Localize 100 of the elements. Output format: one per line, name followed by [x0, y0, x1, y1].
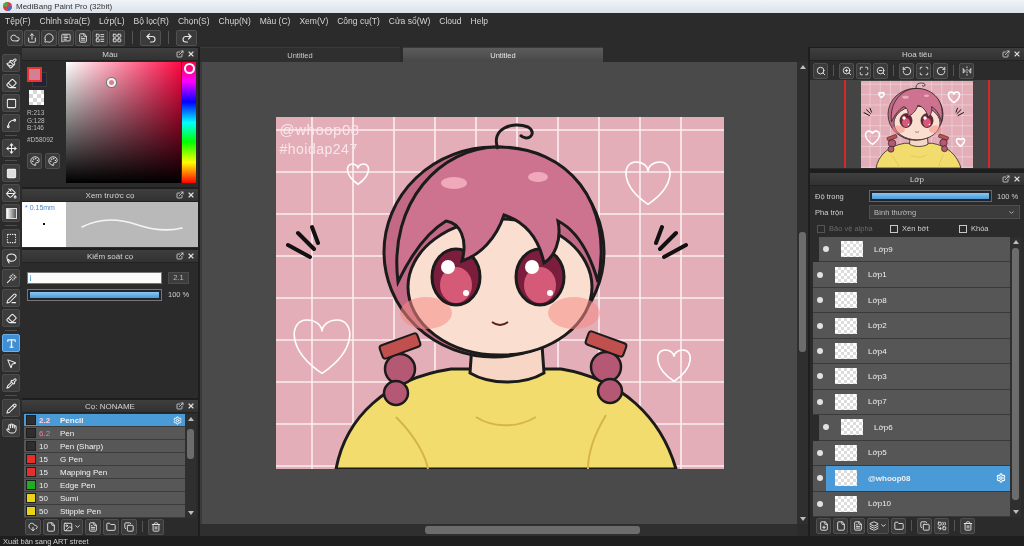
document-button[interactable]	[850, 517, 865, 534]
visibility-dot-icon[interactable]	[817, 297, 823, 304]
operation-tool[interactable]	[2, 354, 20, 372]
pen-tool[interactable]	[2, 399, 20, 417]
close-icon[interactable]	[1013, 50, 1021, 58]
visibility-dot-icon[interactable]	[823, 246, 829, 253]
zoom-out-button[interactable]	[873, 62, 888, 79]
visibility-dot-icon[interactable]	[817, 271, 823, 278]
scroll-up-arrow-icon[interactable]	[799, 65, 806, 69]
menu-item[interactable]: Cửa sổ(W)	[388, 14, 431, 27]
brush-item[interactable]: 15 G Pen	[24, 453, 185, 466]
visibility-dot-icon[interactable]	[817, 322, 823, 329]
copy-button[interactable]	[121, 518, 137, 535]
popout-icon[interactable]	[176, 252, 184, 260]
popout-icon[interactable]	[1002, 50, 1010, 58]
visibility-dot-icon[interactable]	[817, 449, 823, 456]
image-button[interactable]	[61, 518, 83, 535]
brush-item[interactable]: 6.2 Pen	[24, 427, 185, 440]
vertical-scrollbar[interactable]	[797, 62, 808, 524]
layer-row[interactable]: Lớp8	[813, 287, 1010, 314]
visibility-dot-icon[interactable]	[817, 398, 823, 405]
scroll-thumb[interactable]	[1012, 248, 1019, 500]
vertical-scrollbar[interactable]	[1010, 237, 1021, 517]
select-eraser-tool[interactable]	[2, 309, 20, 327]
merge-button[interactable]	[934, 517, 949, 534]
flip-button[interactable]	[959, 62, 974, 79]
hue-slider[interactable]	[182, 62, 196, 183]
zoom-in-button[interactable]	[839, 62, 854, 79]
popout-icon[interactable]	[176, 50, 184, 58]
menu-item[interactable]: Xem(V)	[299, 14, 329, 27]
fill-tool[interactable]	[2, 164, 20, 182]
close-icon[interactable]	[1013, 175, 1021, 183]
bucket-tool[interactable]	[2, 184, 20, 202]
layers-button[interactable]	[867, 517, 889, 534]
visibility-dot-icon[interactable]	[817, 500, 823, 507]
visibility-dot-icon[interactable]	[817, 475, 823, 482]
visibility-dot-icon[interactable]	[817, 373, 823, 380]
palette-button[interactable]	[45, 152, 60, 169]
layer-row[interactable]: Lớp4	[813, 338, 1010, 365]
select-tool[interactable]	[2, 229, 20, 247]
close-icon[interactable]	[187, 50, 195, 58]
brush-item[interactable]: 10 Pen (Sharp)	[24, 440, 185, 453]
gradient-tool[interactable]	[2, 204, 20, 222]
eraser-tool[interactable]	[2, 74, 20, 92]
menu-item[interactable]: Lớp(L)	[99, 14, 125, 27]
brush-size-slider[interactable]	[27, 271, 162, 284]
popout-icon[interactable]	[1002, 175, 1010, 183]
layer-row[interactable]: Lớp1	[813, 262, 1010, 288]
close-icon[interactable]	[187, 252, 195, 260]
popout-icon[interactable]	[176, 191, 184, 199]
menu-item[interactable]: Tệp(F)	[5, 14, 31, 27]
hue-handle[interactable]	[183, 62, 195, 74]
delete-button[interactable]	[960, 517, 975, 534]
new-file-button[interactable]	[833, 517, 848, 534]
settings-icon[interactable]	[996, 473, 1006, 484]
brush-item[interactable]: 15 Mapping Pen	[24, 466, 185, 479]
menu-item[interactable]: Chỉnh sửa(E)	[39, 14, 91, 27]
scroll-down-arrow-icon[interactable]	[187, 511, 194, 515]
current-colors-icon[interactable]	[27, 67, 47, 87]
layer-row[interactable]: Lớp3	[813, 364, 1010, 390]
lasso-tool[interactable]	[2, 249, 20, 267]
select-pen-tool[interactable]	[2, 289, 20, 307]
zoom-button[interactable]	[813, 62, 828, 79]
visibility-dot-icon[interactable]	[817, 348, 823, 355]
close-icon[interactable]	[187, 402, 195, 410]
color-field[interactable]	[66, 62, 181, 183]
dot-tool[interactable]	[2, 94, 20, 112]
share-button[interactable]	[24, 29, 40, 46]
transparent-swatch-icon[interactable]	[29, 90, 44, 105]
menu-item[interactable]: Màu (C)	[259, 14, 291, 27]
vertical-scrollbar[interactable]	[185, 414, 196, 518]
menu-item[interactable]: Cloud	[439, 14, 462, 27]
wand-tool[interactable]	[2, 269, 20, 287]
rotate-right-button[interactable]	[933, 62, 948, 79]
menu-item[interactable]: Chọn(S)	[177, 14, 210, 27]
layer-row[interactable]: Lớp2	[813, 313, 1010, 339]
layer-row[interactable]: Lớp5	[813, 440, 1010, 467]
list-button[interactable]	[92, 29, 108, 46]
brush-item[interactable]: 50 Sumi	[24, 492, 185, 505]
scroll-down-arrow-icon[interactable]	[1012, 510, 1019, 514]
eyedropper-tool[interactable]	[2, 374, 20, 392]
color-picker-handle[interactable]	[107, 78, 116, 87]
speech-bubble-button[interactable]	[41, 29, 57, 46]
scroll-up-arrow-icon[interactable]	[1012, 240, 1019, 244]
horizontal-scrollbar[interactable]	[200, 524, 797, 536]
document-button[interactable]	[75, 29, 91, 46]
menu-item[interactable]: Công cụ(T)	[337, 14, 380, 27]
layer-row[interactable]: Lớp10	[813, 491, 1010, 517]
cloud-download-button[interactable]	[25, 518, 41, 535]
reset-view-button[interactable]	[916, 62, 931, 79]
brush-tool[interactable]	[2, 54, 20, 72]
menu-item[interactable]: Chụp(N)	[218, 14, 251, 27]
new-layer-button[interactable]	[816, 517, 831, 534]
cloud-button[interactable]	[7, 29, 23, 46]
brush-item[interactable]: 50 Stipple Pen	[24, 505, 185, 518]
viewport-frame[interactable]	[844, 80, 990, 168]
move-tool[interactable]	[2, 139, 20, 157]
popout-icon[interactable]	[176, 402, 184, 410]
folder-button[interactable]	[103, 518, 119, 535]
comment-button[interactable]	[58, 29, 74, 46]
